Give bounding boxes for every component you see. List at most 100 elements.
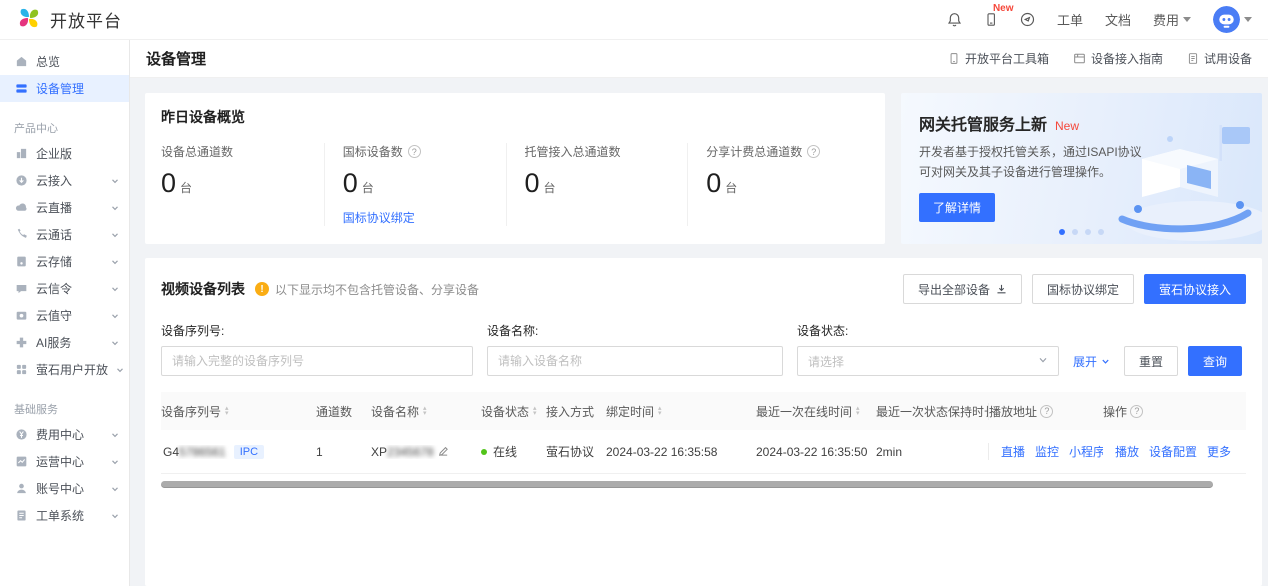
sidebar-item-cloud-live[interactable]: 云直播 [0,194,129,221]
chevron-down-icon [111,228,119,242]
help-icon[interactable]: ? [1130,405,1143,418]
row-channels: 1 [316,445,371,459]
currency-icon [14,428,28,442]
sort-icon[interactable]: ▴▾ [533,406,537,416]
edit-name-icon[interactable] [438,446,449,457]
col-status[interactable]: 设备状态▴▾ [481,403,546,420]
building-icon [14,147,28,161]
trial-doc-icon [1187,52,1199,65]
logo-pinwheel-icon [16,5,42,34]
sidebar-item-ezviz-user-open[interactable]: 萤石用户开放 [0,356,129,383]
sidebar-item-device-management[interactable]: 设备管理 [0,75,129,102]
play-link[interactable]: 播放 [1115,443,1139,460]
storage-disk-icon [14,255,28,269]
col-last-online[interactable]: 最近一次在线时间▴▾ [756,403,876,420]
export-all-devices-button[interactable]: 导出全部设备 [903,274,1022,304]
help-icon[interactable]: ? [807,145,820,158]
sort-icon[interactable]: ▴▾ [856,406,860,416]
api-explorer-icon[interactable] [1020,12,1035,27]
live-link[interactable]: 直播 [1001,443,1025,460]
sidebar-item-cloud-signal[interactable]: 云信令 [0,275,129,302]
sort-icon[interactable]: ▴▾ [658,406,662,416]
device-config-link[interactable]: 设备配置 [1149,443,1197,460]
miniprogram-link[interactable]: 小程序 [1069,443,1103,460]
gb-protocol-bind-link[interactable]: 国标协议绑定 [343,209,415,226]
name-input[interactable] [487,346,783,376]
chevron-down-icon [111,309,119,323]
menu-fees[interactable]: 费用 [1153,10,1191,29]
sidebar-item-overview[interactable]: 总览 [0,48,129,75]
sidebar-item-cloud-storage[interactable]: 云存储 [0,248,129,275]
gb-protocol-bind-button[interactable]: 国标协议绑定 [1032,274,1134,304]
col-duration[interactable]: 最近一次状态保持时长▴▾ [876,403,988,420]
col-play-address: 播放地址 ? [988,403,1103,420]
carousel-dot-1[interactable] [1059,229,1065,235]
carousel-dot-4[interactable] [1098,229,1104,235]
user-avatar[interactable] [1213,6,1252,33]
ai-puzzle-icon [14,336,28,350]
device-type-badge[interactable]: IPC [234,445,264,459]
status-select[interactable]: 请选择 [797,346,1059,376]
banner-title: 网关托管服务上新 [919,111,1047,135]
filter-bar: 设备序列号: 设备名称: 设备状态: 请选择 [161,322,1246,376]
search-button[interactable]: 查询 [1188,346,1242,376]
sidebar-item-account-center[interactable]: 账号中心 [0,475,129,502]
banner-description: 开发者基于授权托管关系，通过ISAPI协议可对网关及其子设备进行管理操作。 [919,143,1149,183]
menu-work-order[interactable]: 工单 [1057,10,1083,29]
page-title: 设备管理 [146,48,206,69]
person-icon [14,482,28,496]
col-channels: 通道数 [316,403,371,420]
col-name[interactable]: 设备名称▴▾ [371,403,481,420]
col-bind-time[interactable]: 绑定时间▴▾ [606,403,756,420]
help-icon[interactable]: ? [1040,405,1053,418]
toolbox-link[interactable]: 开放平台工具箱 [948,50,1049,67]
row-serial: G45786561 IPC [161,445,316,459]
reset-button[interactable]: 重置 [1124,346,1178,376]
mobile-app-icon[interactable]: New [984,12,998,27]
horizontal-scrollbar[interactable] [161,481,1213,488]
sidebar-item-enterprise[interactable]: 企业版 [0,140,129,167]
overview-title: 昨日设备概览 [161,107,869,127]
carousel-dot-2[interactable] [1072,229,1078,235]
chat-bubble-icon [14,282,28,296]
sidebar-item-operation-center[interactable]: 运营中心 [0,448,129,475]
more-link[interactable]: 更多 [1207,443,1231,460]
sidebar-item-ticket-system[interactable]: 工单系统 [0,502,129,529]
serial-input[interactable] [161,346,473,376]
help-icon[interactable]: ? [408,145,421,158]
menu-docs[interactable]: 文档 [1105,10,1131,29]
stat-hosted-channels: 托管接入总通道数 0台 [506,143,688,226]
access-guide-link[interactable]: 设备接入指南 [1073,50,1163,67]
phone-handset-icon [14,228,28,242]
sort-icon[interactable]: ▴▾ [225,406,229,416]
ezviz-protocol-access-button[interactable]: 萤石协议接入 [1144,274,1246,304]
sidebar-item-fee-center[interactable]: 费用中心 [0,421,129,448]
sidebar-item-ai-service[interactable]: AI服务 [0,329,129,356]
learn-more-button[interactable]: 了解详情 [919,193,995,222]
carousel-dot-3[interactable] [1085,229,1091,235]
chevron-down-icon [116,363,124,377]
new-badge: New [993,3,1014,14]
chart-icon [14,455,28,469]
sidebar-item-cloud-call[interactable]: 云通话 [0,221,129,248]
monitor-link[interactable]: 监控 [1035,443,1059,460]
sort-icon[interactable]: ▴▾ [423,406,427,416]
sidebar-item-cloud-guard[interactable]: 云值守 [0,302,129,329]
row-bind-time: 2024-03-22 16:35:58 [606,445,756,459]
device-table: 设备序列号▴▾ 通道数 设备名称▴▾ 设备状态▴▾ 接入方式 绑定时间▴▾ 最近… [161,392,1246,488]
device-list-title: 视频设备列表 [161,279,245,299]
sidebar-item-cloud-access[interactable]: 云接入 [0,167,129,194]
col-serial[interactable]: 设备序列号▴▾ [161,403,316,420]
chevron-down-icon [111,482,119,496]
notification-bell-icon[interactable] [947,12,962,27]
logo[interactable]: 开放平台 [16,5,122,34]
mobile-toolbox-icon [948,52,960,65]
row-duration: 2min [876,445,988,459]
expand-filters-link[interactable]: 展开 [1073,353,1110,370]
stat-shared-billing-channels: 分享计费总通道数? 0台 [687,143,869,226]
chevron-down-icon [111,428,119,442]
row-status: 在线 [481,443,546,460]
chevron-down-icon [1101,357,1110,366]
trial-device-link[interactable]: 试用设备 [1187,50,1252,67]
device-list-card: 视频设备列表 ! 以下显示均不包含托管设备、分享设备 导出全部设备 国标协议绑定… [145,258,1262,586]
